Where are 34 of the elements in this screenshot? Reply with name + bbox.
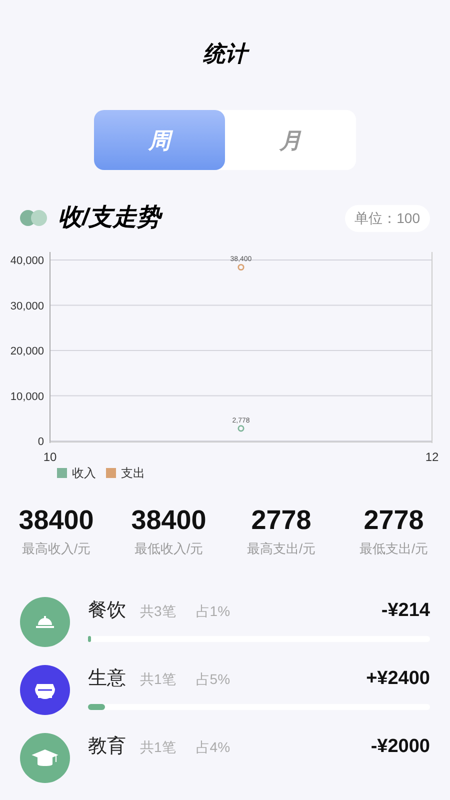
stat-value: 2778 — [251, 504, 312, 537]
category-name: 教育 — [88, 734, 126, 758]
stat-label: 最低支出/元 — [359, 540, 428, 558]
x-tick-label: 10 — [43, 450, 57, 464]
y-tick-label: 40,000 — [10, 255, 44, 267]
page-title: 统计 — [203, 37, 247, 70]
record-count: 共3笔 — [140, 602, 176, 620]
stat-label: 最低收入/元 — [134, 540, 204, 558]
stat-label: 最高收入/元 — [22, 540, 91, 558]
legend-label: 收入 — [72, 465, 96, 482]
y-tick-label: 30,000 — [10, 300, 44, 312]
x-tick-label: 12 — [425, 450, 439, 464]
stat-value: 38400 — [18, 504, 94, 537]
y-tick-label: 10,000 — [10, 390, 44, 403]
tab[interactable]: 周 — [94, 110, 225, 170]
amount: -¥214 — [381, 598, 430, 622]
legend-label: 支出 — [121, 465, 145, 482]
stat-value: 2778 — [364, 504, 424, 537]
stat-label: 最高支出/元 — [246, 540, 316, 558]
section-title: 收/支走势 — [58, 203, 161, 233]
stat-value: 38400 — [131, 504, 206, 537]
share-percent: 占1% — [196, 602, 230, 620]
amount: -¥2000 — [370, 734, 430, 758]
y-tick-label: 20,000 — [10, 346, 44, 358]
category-name: 餐饮 — [88, 598, 126, 622]
record-count: 共1笔 — [140, 738, 176, 756]
category-name: 生意 — [88, 666, 126, 690]
amount: +¥2400 — [366, 666, 430, 690]
share-percent: 占5% — [196, 670, 230, 688]
y-tick-label: 0 — [38, 436, 44, 448]
unit-badge: 单位：100 — [344, 204, 430, 232]
record-count: 共1笔 — [140, 670, 176, 688]
dots-icon — [20, 210, 48, 226]
share-percent: 占4% — [196, 738, 230, 756]
